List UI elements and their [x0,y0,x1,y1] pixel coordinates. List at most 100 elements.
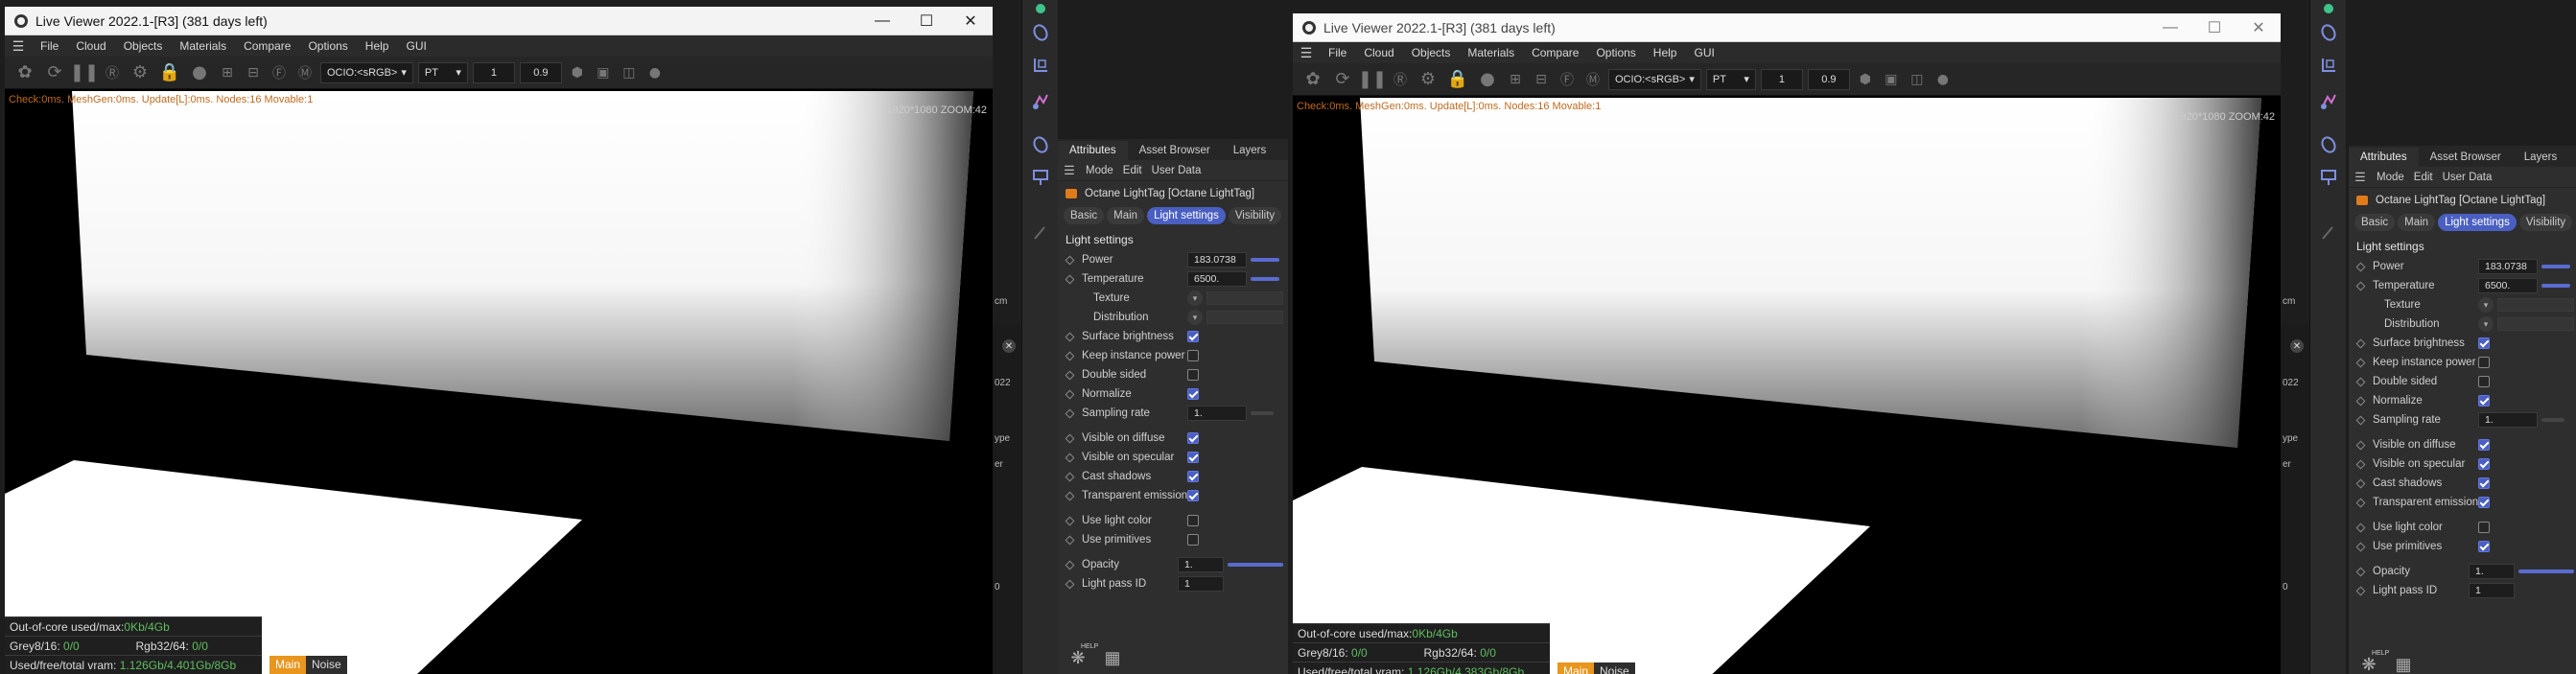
restart-render-icon[interactable]: ⟳ [1330,67,1355,92]
transparent-emission-checkbox[interactable] [2478,497,2490,508]
subtab-basic[interactable]: Basic [2354,214,2396,231]
menu-cloud[interactable]: Cloud [1355,46,1402,59]
sampling-rate-input[interactable]: 1. [1187,406,1247,421]
texture-link-field[interactable] [1206,291,1283,305]
value-field-1[interactable]: 1 [472,61,515,83]
region-render-icon[interactable]: Ⓡ [102,60,123,85]
hamburger-icon[interactable]: ☰ [1058,163,1081,178]
menu-file[interactable]: File [1320,46,1355,59]
keyframe-icon[interactable] [2355,478,2366,488]
region-render-icon[interactable]: Ⓡ [1390,67,1411,92]
hamburger-icon[interactable]: ☰ [5,38,32,55]
keyframe-icon[interactable] [2355,262,2366,271]
subtab-visibility[interactable]: Visibility [2518,214,2573,231]
filter-icon[interactable]: Ⓕ [1557,67,1578,92]
subtab-basic[interactable]: Basic [1064,207,1105,224]
send-scene-icon[interactable]: ✿ [1300,67,1325,92]
menu-objects[interactable]: Objects [115,39,172,53]
film-icon[interactable]: ▣ [593,60,614,85]
lock-icon[interactable]: 🔒 [157,60,182,85]
tab-attributes[interactable]: Attributes [2349,148,2419,167]
pick-material-icon[interactable]: ⊟ [1531,67,1552,92]
title-bar[interactable]: Live Viewer 2022.1-[R3] (381 days left) … [1293,13,2281,42]
keyframe-icon[interactable] [1065,408,1075,418]
power-slider[interactable] [1251,258,1279,262]
subtab-visibility[interactable]: Visibility [1228,207,1282,224]
light-tool-icon[interactable] [2315,164,2342,191]
menu-mode[interactable]: Mode [2372,172,2409,183]
light-pass-id-input[interactable]: 1 [2469,583,2515,598]
value-field-2[interactable]: 0.9 [519,61,562,83]
menu-file[interactable]: File [32,39,67,53]
keyframe-icon[interactable] [1065,274,1075,284]
temperature-input[interactable]: 6500. [1187,271,1247,287]
record-icon[interactable]: ● [644,60,666,85]
axis-tool-icon[interactable] [2315,52,2342,79]
texture-link-field[interactable] [2497,298,2574,312]
render-viewport[interactable]: Check:0ms. MeshGen:0ms. Update[L]:0ms. N… [5,91,993,674]
maximize-button[interactable]: ☐ [904,7,948,35]
visible-on-specular-checkbox[interactable] [1187,452,1199,463]
visible-on-diffuse-checkbox[interactable] [2478,439,2490,451]
chevron-down-icon[interactable]: ▾ [2478,316,2494,332]
hamburger-icon[interactable]: ☰ [2349,170,2372,185]
keyframe-icon[interactable] [1065,389,1075,399]
keyframe-icon[interactable] [1065,491,1075,500]
chevron-down-icon[interactable]: ▾ [1187,310,1203,325]
menu-gui[interactable]: GUI [397,39,434,53]
subtab-main[interactable]: Main [1107,207,1145,224]
tab-asset-browser[interactable]: Asset Browser [2419,148,2513,167]
ocio-select[interactable]: OCIO:<sRGB> ▾ [1608,68,1701,90]
menu-help[interactable]: Help [1645,46,1686,59]
sampling-rate-slider[interactable] [1251,411,1274,415]
subtab-light-settings[interactable]: Light settings [1147,207,1226,224]
distribution-link-field[interactable] [2497,317,2574,331]
pick-focus-icon[interactable]: ⊞ [217,60,238,85]
film-icon[interactable]: ▣ [1881,67,1902,92]
settings-gear-icon[interactable]: ⚙ [128,60,152,85]
opacity-slider[interactable] [1228,563,1283,567]
node-editor-icon[interactable]: ▦ [1100,645,1125,670]
light-pass-id-input[interactable]: 1 [1178,576,1224,592]
keep-instance-power-checkbox[interactable] [2478,357,2490,368]
paint-tool-icon[interactable] [1027,88,1054,115]
close-button[interactable]: ✕ [948,7,993,35]
material-mode-icon[interactable]: Ⓜ [294,60,316,85]
value-field-2[interactable]: 0.9 [1807,68,1850,90]
temperature-slider[interactable] [1251,277,1279,281]
record-icon[interactable]: ● [1932,67,1954,92]
render-viewport[interactable]: Check:0ms. MeshGen:0ms. Update[L]:0ms. N… [1293,98,2281,674]
pause-icon[interactable]: ❚❚ [1358,67,1387,92]
normalize-checkbox[interactable] [1187,388,1199,400]
object-tool-icon[interactable] [2315,19,2342,46]
keyframe-icon[interactable] [2355,542,2366,551]
subtab-light-settings[interactable]: Light settings [2438,214,2517,231]
tab-layers[interactable]: Layers [2513,148,2569,167]
pen-tool-icon[interactable] [1027,220,1054,246]
surface-brightness-checkbox[interactable] [1187,331,1199,342]
help-icon[interactable]: ❋ HELP [2356,650,2389,674]
light-tool-icon[interactable] [1027,164,1054,191]
keyframe-icon[interactable] [2355,338,2366,348]
opacity-input[interactable]: 1. [2469,564,2515,579]
axis-tool-icon[interactable] [1027,52,1054,79]
maximize-button[interactable]: ☐ [2192,13,2236,42]
keyframe-icon[interactable] [2355,358,2366,367]
settings-gear-icon[interactable]: ⚙ [1416,67,1440,92]
close-button[interactable]: ✕ [2236,13,2281,42]
opacity-input[interactable]: 1. [1178,557,1224,572]
cast-shadows-checkbox[interactable] [1187,471,1199,482]
lock-icon[interactable]: 🔒 [1445,67,1470,92]
menu-objects[interactable]: Objects [1403,46,1460,59]
menu-compare[interactable]: Compare [235,39,299,53]
title-bar[interactable]: Live Viewer 2022.1-[R3] (381 days left) … [5,7,993,35]
keyframe-icon[interactable] [1065,516,1075,525]
keyframe-icon[interactable] [1065,433,1075,443]
close-icon[interactable]: ✕ [1002,339,1016,353]
menu-edit[interactable]: Edit [2409,172,2438,183]
keyframe-icon[interactable] [1065,472,1075,481]
kernel-select[interactable]: PT ▾ [1705,68,1756,90]
keyframe-icon[interactable] [2355,377,2366,386]
object-tool-icon[interactable] [1027,19,1054,46]
minimize-button[interactable]: — [2148,13,2192,42]
